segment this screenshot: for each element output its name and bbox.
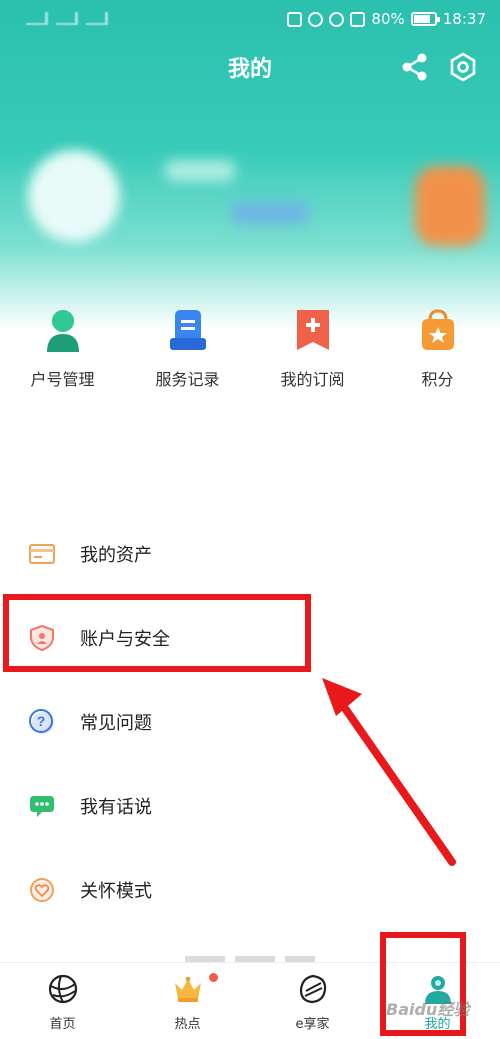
share-icon[interactable] <box>400 52 430 82</box>
status-right: 80% 18:37 <box>287 10 486 28</box>
user-name <box>165 160 235 182</box>
notification-dot <box>209 973 218 982</box>
globe-icon <box>48 974 77 1004</box>
wifi-icon <box>86 12 108 25</box>
care-icon <box>30 878 54 902</box>
watermark: Baidu经验 <box>386 1000 470 1019</box>
subscribe-icon <box>296 310 329 350</box>
menu-item-label: 我的资产 <box>80 545 152 566</box>
question-icon: ? <box>29 709 54 734</box>
quick-action-points[interactable]: 积分 <box>375 300 500 400</box>
quick-action-subscriptions[interactable]: 我的订阅 <box>250 300 375 400</box>
page-title: 我的 <box>227 57 272 82</box>
quick-action-service-records[interactable]: 服务记录 <box>125 300 250 400</box>
user-icon <box>46 310 79 352</box>
profile-card[interactable] <box>20 140 490 250</box>
signal-icon <box>56 12 78 25</box>
card-icon <box>29 544 55 564</box>
alarm-icon <box>308 11 324 27</box>
highlight-annotation-box <box>3 594 311 672</box>
clock: 18:37 <box>442 10 486 28</box>
avatar[interactable] <box>28 150 120 242</box>
tab-e-home[interactable]: e享家 <box>250 963 375 1039</box>
signal-indicators <box>26 12 108 25</box>
tab-label: 热点 <box>174 1017 201 1032</box>
quick-action-label: 户号管理 <box>30 370 95 389</box>
points-bag-icon <box>421 309 454 350</box>
menu-item-assets[interactable]: 我的资产 <box>0 512 500 596</box>
tab-home[interactable]: 首页 <box>0 963 125 1039</box>
tab-hot[interactable]: 热点 <box>125 963 250 1039</box>
menu-item-label: 关怀模式 <box>80 881 152 902</box>
quick-action-label: 积分 <box>421 370 454 389</box>
quick-action-account-numbers[interactable]: 户号管理 <box>0 300 125 400</box>
vibrate-icon <box>350 11 366 27</box>
tab-label: e享家 <box>295 1017 330 1032</box>
user-badge <box>230 202 310 224</box>
signal-icon <box>26 12 48 25</box>
quick-actions: 户号管理 服务记录 我的订阅 积分 <box>0 300 500 400</box>
tab-label: 首页 <box>49 1017 76 1032</box>
quick-action-label: 我的订阅 <box>280 370 345 389</box>
battery-percent: 80% <box>371 10 405 28</box>
status-bar: 80% 18:37 <box>0 0 500 38</box>
menu-item-label: 我有话说 <box>80 797 152 818</box>
e-leaf-icon <box>299 974 326 1004</box>
menu-item-label: 常见问题 <box>80 713 152 734</box>
nfc-icon <box>287 11 303 27</box>
promo-icon[interactable] <box>415 166 485 246</box>
annotation-arrow <box>322 678 456 866</box>
title-bar: 我的 <box>0 44 500 90</box>
battery-icon <box>410 12 440 26</box>
location-icon <box>329 11 345 27</box>
tab-highlight-annotation-box <box>380 932 466 1036</box>
crown-icon <box>174 976 201 1002</box>
quick-action-label: 服务记录 <box>155 370 220 389</box>
chat-icon <box>30 796 54 817</box>
record-icon <box>169 310 206 350</box>
settings-icon[interactable] <box>448 52 478 82</box>
svg-text:?: ? <box>37 713 46 729</box>
